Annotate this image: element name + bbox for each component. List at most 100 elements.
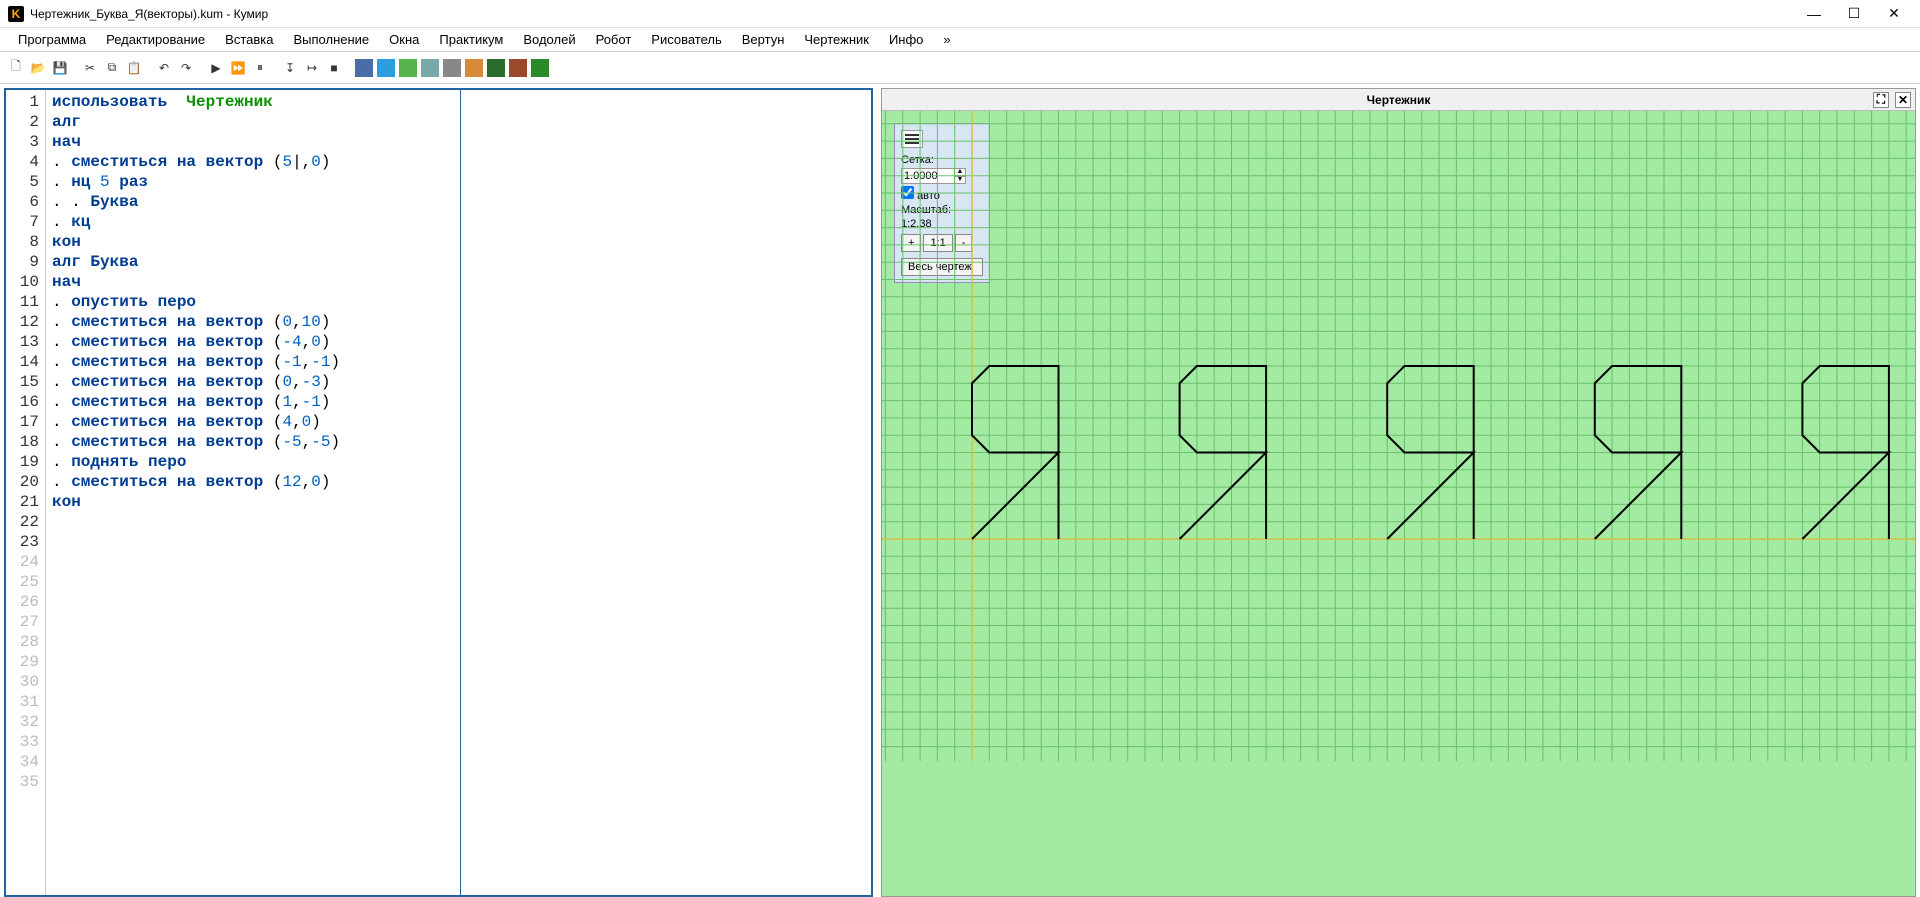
menu-Водолей[interactable]: Водолей bbox=[513, 28, 585, 51]
stop-icon[interactable]: ■ bbox=[324, 58, 344, 78]
line-number: 31 bbox=[6, 692, 39, 712]
plus-icon[interactable] bbox=[530, 58, 550, 78]
line-number: 28 bbox=[6, 632, 39, 652]
new-icon[interactable]: 🗋 bbox=[6, 58, 26, 78]
editor-panel: 1234567891011121314151617181920212223242… bbox=[4, 88, 873, 897]
menu-Рисователь[interactable]: Рисователь bbox=[641, 28, 731, 51]
menu-Программа[interactable]: Программа bbox=[8, 28, 96, 51]
copy-icon[interactable]: ⧉ bbox=[102, 58, 122, 78]
maximize-button[interactable]: ☐ bbox=[1844, 4, 1864, 24]
line-number: 4 bbox=[6, 152, 39, 172]
doc-icon[interactable] bbox=[486, 58, 506, 78]
code-line[interactable]: кон bbox=[52, 232, 460, 252]
menu-Окна[interactable]: Окна bbox=[379, 28, 429, 51]
code-line[interactable]: . сместиться на вектор (-4,0) bbox=[52, 332, 460, 352]
water-icon[interactable] bbox=[376, 58, 396, 78]
line-gutter: 1234567891011121314151617181920212223242… bbox=[6, 90, 46, 895]
code-line[interactable]: . опустить перо bbox=[52, 292, 460, 312]
code-line[interactable]: . сместиться на вектор (0,10) bbox=[52, 312, 460, 332]
line-number: 26 bbox=[6, 592, 39, 612]
menu-Практикум[interactable]: Практикум bbox=[429, 28, 513, 51]
code-line[interactable]: . сместиться на вектор (0,-3) bbox=[52, 372, 460, 392]
redo-icon[interactable]: ↷ bbox=[176, 58, 196, 78]
line-number: 32 bbox=[6, 712, 39, 732]
menu-Инфо[interactable]: Инфо bbox=[879, 28, 933, 51]
robot-icon[interactable] bbox=[398, 58, 418, 78]
code-line[interactable]: . сместиться на вектор (-5,-5) bbox=[52, 432, 460, 452]
menubar: ПрограммаРедактированиеВставкаВыполнение… bbox=[0, 28, 1920, 52]
code-line[interactable]: нач bbox=[52, 272, 460, 292]
fast-icon[interactable]: ⏩ bbox=[228, 58, 248, 78]
line-number: 27 bbox=[6, 612, 39, 632]
line-number: 21 bbox=[6, 492, 39, 512]
toolbar: 🗋📂💾 ✂⧉📋 ↶↷ ▶⏩⏸ ↧↦■ bbox=[0, 52, 1920, 84]
line-number: 5 bbox=[6, 172, 39, 192]
menu-Редактирование[interactable]: Редактирование bbox=[96, 28, 215, 51]
close-button[interactable]: ✕ bbox=[1884, 4, 1904, 24]
menu-Робот[interactable]: Робот bbox=[586, 28, 642, 51]
minimize-button[interactable]: — bbox=[1804, 4, 1824, 24]
menu-Вставка[interactable]: Вставка bbox=[215, 28, 283, 51]
line-number: 7 bbox=[6, 212, 39, 232]
line-number: 17 bbox=[6, 412, 39, 432]
code-line[interactable]: . нц 5 раз bbox=[52, 172, 460, 192]
code-line[interactable]: кон bbox=[52, 492, 460, 512]
line-number: 18 bbox=[6, 432, 39, 452]
line-number: 22 bbox=[6, 512, 39, 532]
window-title: Чертежник_Буква_Я(векторы).kum - Кумир bbox=[30, 7, 1804, 21]
code-line[interactable]: нач bbox=[52, 132, 460, 152]
code-line[interactable]: . сместиться на вектор (5|,0) bbox=[52, 152, 460, 172]
line-number: 25 bbox=[6, 572, 39, 592]
menu-»[interactable]: » bbox=[933, 28, 960, 51]
line-number: 35 bbox=[6, 772, 39, 792]
line-number: 6 bbox=[6, 192, 39, 212]
code-line[interactable]: использовать Чертежник bbox=[52, 92, 460, 112]
line-number: 14 bbox=[6, 352, 39, 372]
code-line[interactable]: . кц bbox=[52, 212, 460, 232]
code-line[interactable]: алг Буква bbox=[52, 252, 460, 272]
undo-icon[interactable]: ↶ bbox=[154, 58, 174, 78]
grid-icon[interactable] bbox=[354, 58, 374, 78]
drafter-titlebar: Чертежник ⛶ ✕ bbox=[882, 89, 1915, 111]
code-line[interactable]: . сместиться на вектор (1,-1) bbox=[52, 392, 460, 412]
menu-Вертун[interactable]: Вертун bbox=[732, 28, 795, 51]
code-lines[interactable]: использовать Чертежникалгнач. сместиться… bbox=[46, 90, 461, 895]
open-icon[interactable]: 📂 bbox=[28, 58, 48, 78]
line-number: 19 bbox=[6, 452, 39, 472]
run-icon[interactable]: ▶ bbox=[206, 58, 226, 78]
line-number: 16 bbox=[6, 392, 39, 412]
code-line[interactable]: алг bbox=[52, 112, 460, 132]
app-icon: K bbox=[8, 6, 24, 22]
drafter-close-icon[interactable]: ✕ bbox=[1895, 92, 1911, 108]
line-number: 12 bbox=[6, 312, 39, 332]
step-icon[interactable]: ↧ bbox=[280, 58, 300, 78]
pen-icon[interactable] bbox=[464, 58, 484, 78]
code-line[interactable]: . сместиться на вектор (-1,-1) bbox=[52, 352, 460, 372]
menu-Выполнение[interactable]: Выполнение bbox=[283, 28, 379, 51]
line-number: 23 bbox=[6, 532, 39, 552]
line-number: 2 bbox=[6, 112, 39, 132]
turtle-icon[interactable] bbox=[442, 58, 462, 78]
painter-icon[interactable] bbox=[420, 58, 440, 78]
drafter-panel: Чертежник ⛶ ✕ Сетка: ▲▼ авто Масштаб: 1:… bbox=[881, 88, 1916, 897]
main-area: 1234567891011121314151617181920212223242… bbox=[0, 84, 1920, 897]
doc2-icon[interactable] bbox=[508, 58, 528, 78]
line-number: 11 bbox=[6, 292, 39, 312]
line-number: 3 bbox=[6, 132, 39, 152]
drafter-canvas[interactable]: Сетка: ▲▼ авто Масштаб: 1:2.38 + 1:1 - В… bbox=[882, 111, 1915, 896]
code-area[interactable]: 1234567891011121314151617181920212223242… bbox=[6, 90, 871, 895]
code-line[interactable]: . поднять перо bbox=[52, 452, 460, 472]
step2-icon[interactable]: ↦ bbox=[302, 58, 322, 78]
code-line[interactable]: . сместиться на вектор (4,0) bbox=[52, 412, 460, 432]
code-line[interactable]: . . Буква bbox=[52, 192, 460, 212]
pause-icon[interactable]: ⏸ bbox=[250, 58, 270, 78]
paste-icon[interactable]: 📋 bbox=[124, 58, 144, 78]
line-number: 33 bbox=[6, 732, 39, 752]
drafter-maximize-icon[interactable]: ⛶ bbox=[1873, 92, 1889, 108]
line-number: 1 bbox=[6, 92, 39, 112]
menu-Чертежник[interactable]: Чертежник bbox=[794, 28, 879, 51]
code-line[interactable]: . сместиться на вектор (12,0) bbox=[52, 472, 460, 492]
window-controls: — ☐ ✕ bbox=[1804, 4, 1904, 24]
save-icon[interactable]: 💾 bbox=[50, 58, 70, 78]
cut-icon[interactable]: ✂ bbox=[80, 58, 100, 78]
